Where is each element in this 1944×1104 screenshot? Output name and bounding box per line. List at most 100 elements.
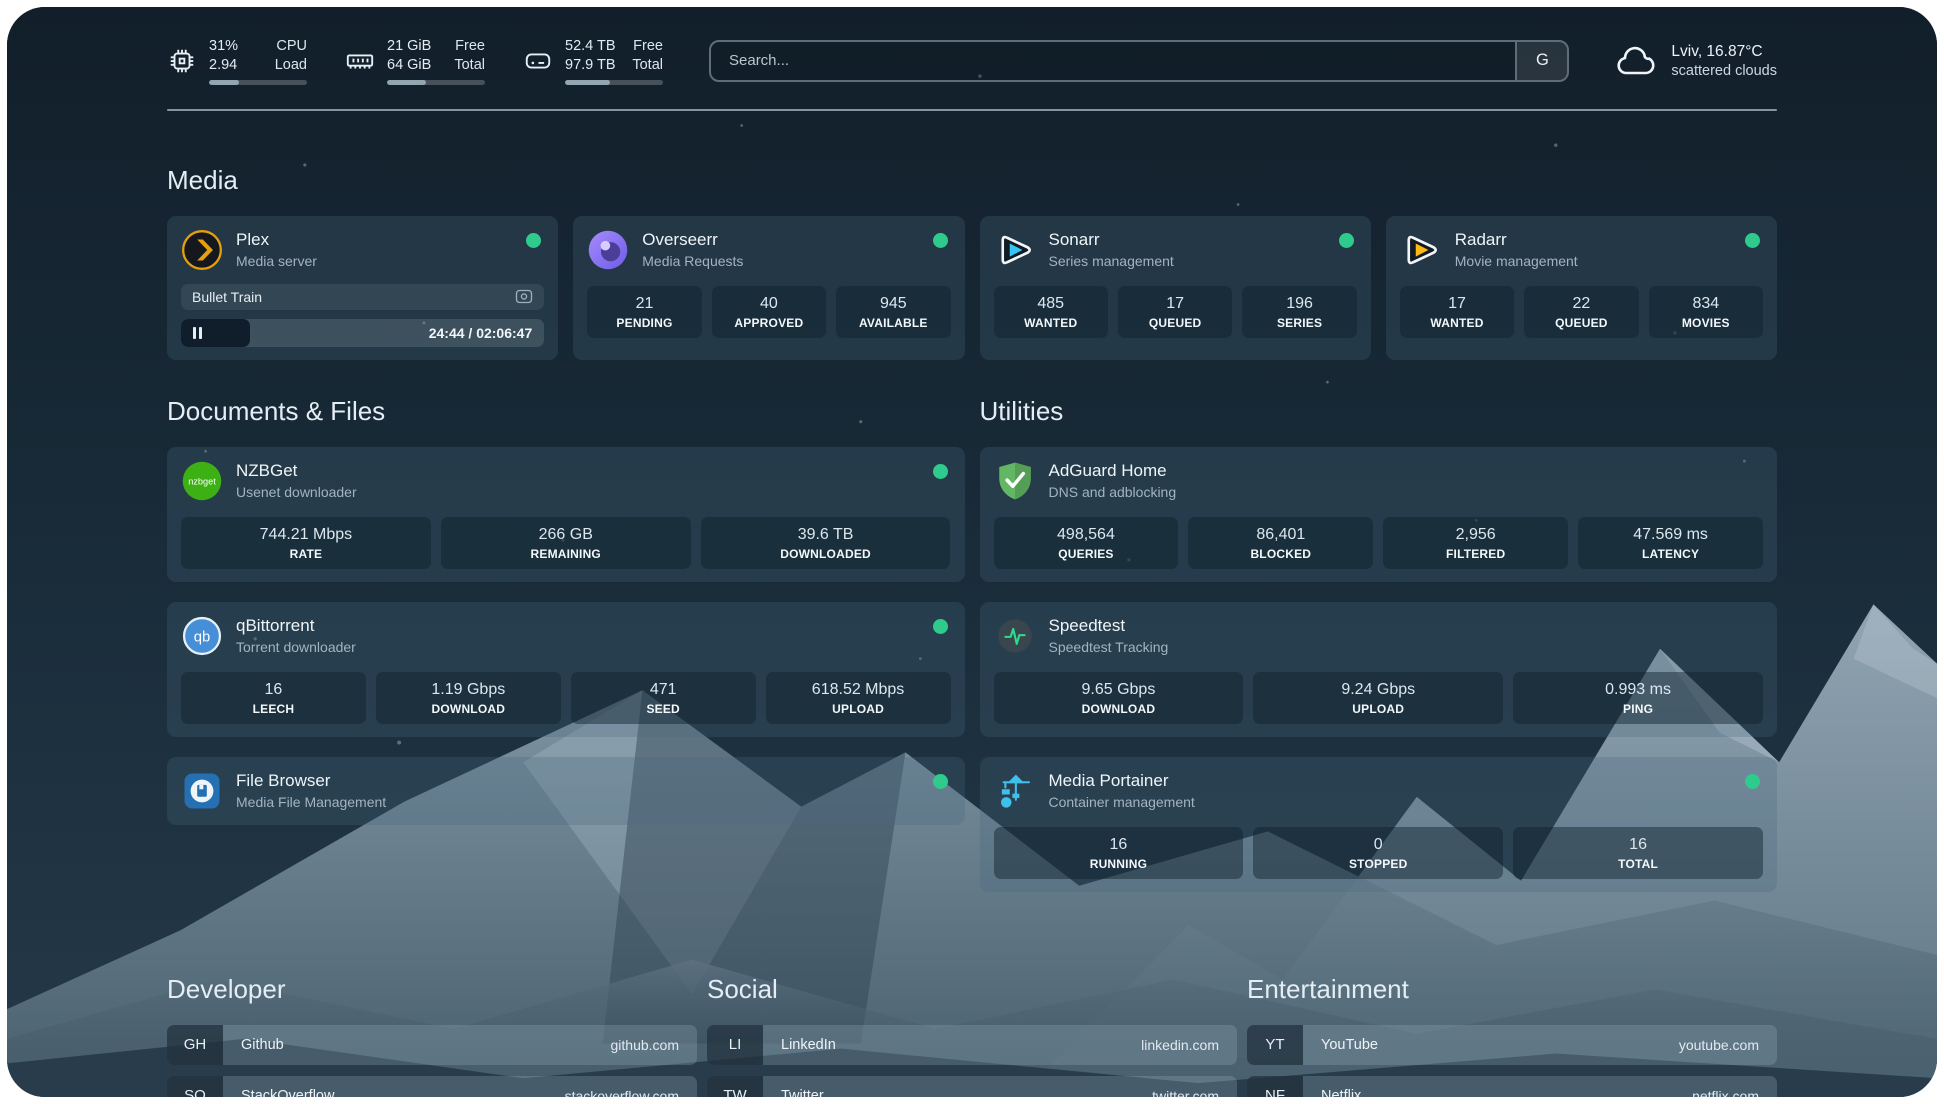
- filebrowser-icon: [181, 770, 223, 812]
- stat-block: 47.569 ms LATENCY: [1578, 517, 1763, 569]
- nzbget-subtitle: Usenet downloader: [236, 484, 357, 500]
- stat-block: 17 WANTED: [1400, 286, 1514, 338]
- overseerr-status-dot: [933, 233, 948, 248]
- playback-time: 24:44 / 02:06:47: [429, 325, 545, 341]
- bookmark-url: youtube.com: [1679, 1025, 1777, 1065]
- portainer-icon: [994, 770, 1036, 812]
- portainer-status-dot: [1745, 774, 1760, 789]
- stat-block: 39.6 TB DOWNLOADED: [701, 517, 951, 569]
- disk-free-label: Free: [632, 37, 663, 56]
- cpu-label: CPU: [275, 37, 307, 56]
- plex-status-dot: [526, 233, 541, 248]
- plex-icon: [181, 229, 223, 271]
- cpu-percent: 31%: [209, 37, 238, 56]
- plex-card[interactable]: Plex Media server Bullet Train 24:44 /: [167, 216, 558, 360]
- overseerr-card[interactable]: Overseerr Media Requests 21 PENDING 40 A…: [573, 216, 964, 360]
- disk-total-label: Total: [632, 56, 663, 75]
- memory-progress-bar: [387, 80, 485, 85]
- plex-name: Plex: [236, 230, 317, 250]
- adguard-subtitle: DNS and adblocking: [1049, 484, 1177, 500]
- stat-block: 196 SERIES: [1242, 286, 1356, 338]
- speedtest-name: Speedtest: [1049, 616, 1169, 636]
- overseerr-icon: [587, 229, 629, 271]
- utilities-section-title: Utilities: [980, 396, 1778, 427]
- weather-widget: Lviv, 16.87°C scattered clouds: [1615, 43, 1777, 79]
- disk-widget: 52.4 TB 97.9 TB Free Total: [523, 37, 663, 85]
- documents-column: Documents & Files nzbget NZBGet Usenet d…: [167, 396, 965, 912]
- portainer-card[interactable]: Media Portainer Container management 16 …: [980, 757, 1778, 892]
- social-column: Social LI LinkedIn linkedin.com TW Twitt…: [707, 974, 1237, 1097]
- bookmark-twitter[interactable]: TW Twitter twitter.com: [707, 1076, 1237, 1097]
- memory-free-value: 21 GiB: [387, 37, 431, 56]
- entertainment-column: Entertainment YT YouTube youtube.com NF …: [1247, 974, 1777, 1097]
- bookmark-abbr: YT: [1247, 1025, 1303, 1065]
- memory-widget: 21 GiB 64 GiB Free Total: [345, 37, 485, 85]
- developer-section-title: Developer: [167, 974, 697, 1005]
- overseerr-subtitle: Media Requests: [642, 253, 743, 269]
- bookmarks: Developer GH Github github.com SO StackO…: [167, 974, 1777, 1097]
- media-section-title: Media: [167, 165, 1777, 196]
- qbittorrent-subtitle: Torrent downloader: [236, 639, 356, 655]
- stat-block: 266 GB REMAINING: [441, 517, 691, 569]
- social-section-title: Social: [707, 974, 1237, 1005]
- portainer-name: Media Portainer: [1049, 771, 1195, 791]
- stat-block: 0 STOPPED: [1253, 827, 1503, 879]
- nzbget-status-dot: [933, 464, 948, 479]
- speedtest-subtitle: Speedtest Tracking: [1049, 639, 1169, 655]
- search-engine-button[interactable]: G: [1515, 42, 1567, 80]
- bookmark-github[interactable]: GH Github github.com: [167, 1025, 697, 1065]
- qbittorrent-icon: qb: [181, 615, 223, 657]
- radarr-icon: [1400, 229, 1442, 271]
- stat-block: 0.993 ms PING: [1513, 672, 1763, 724]
- bookmark-youtube[interactable]: YT YouTube youtube.com: [1247, 1025, 1777, 1065]
- speedtest-card[interactable]: Speedtest Speedtest Tracking 9.65 Gbps D…: [980, 602, 1778, 737]
- sonarr-icon: [994, 229, 1036, 271]
- stat-block: 945 AVAILABLE: [836, 286, 950, 338]
- radarr-name: Radarr: [1455, 230, 1578, 250]
- filebrowser-status-dot: [933, 774, 948, 789]
- disk-progress-bar: [565, 80, 663, 85]
- cloud-icon: [1615, 44, 1657, 78]
- overseerr-name: Overseerr: [642, 230, 743, 250]
- cpu-progress-bar: [209, 80, 307, 85]
- weather-condition: scattered clouds: [1671, 63, 1777, 79]
- developer-column: Developer GH Github github.com SO StackO…: [167, 974, 697, 1097]
- stat-block: 744.21 Mbps RATE: [181, 517, 431, 569]
- stat-block: 1.19 Gbps DOWNLOAD: [376, 672, 561, 724]
- disk-icon: [523, 46, 553, 76]
- bookmark-url: linkedin.com: [1141, 1025, 1237, 1065]
- bookmark-name: YouTube: [1303, 1025, 1378, 1065]
- stat-block: 21 PENDING: [587, 286, 701, 338]
- cpu-widget: 31% 2.94 CPU Load: [167, 37, 307, 85]
- bookmark-netflix[interactable]: NF Netflix netflix.com: [1247, 1076, 1777, 1097]
- nzbget-card[interactable]: nzbget NZBGet Usenet downloader 744.21 M…: [167, 447, 965, 582]
- radarr-card[interactable]: Radarr Movie management 17 WANTED 22 QUE…: [1386, 216, 1777, 360]
- stat-block: 16 LEECH: [181, 672, 366, 724]
- sonarr-status-dot: [1339, 233, 1354, 248]
- search-input[interactable]: [711, 42, 1515, 80]
- sonarr-card[interactable]: Sonarr Series management 485 WANTED 17 Q…: [980, 216, 1371, 360]
- stat-block: 86,401 BLOCKED: [1188, 517, 1373, 569]
- bookmark-linkedin[interactable]: LI LinkedIn linkedin.com: [707, 1025, 1237, 1065]
- bookmark-stackoverflow[interactable]: SO StackOverflow stackoverflow.com: [167, 1076, 697, 1097]
- adguard-card[interactable]: AdGuard Home DNS and adblocking 498,564 …: [980, 447, 1778, 582]
- ram-icon: [345, 46, 375, 76]
- documents-section-title: Documents & Files: [167, 396, 965, 427]
- weather-location-temp: Lviv, 16.87°C: [1671, 43, 1777, 61]
- bookmark-name: Netflix: [1303, 1076, 1361, 1097]
- disk-free-value: 52.4 TB: [565, 37, 616, 56]
- stat-block: 498,564 QUERIES: [994, 517, 1179, 569]
- qbittorrent-card[interactable]: qb qBittorrent Torrent downloader 16 LEE…: [167, 602, 965, 737]
- bookmark-url: netflix.com: [1692, 1076, 1777, 1097]
- search-bar: G: [709, 40, 1569, 82]
- memory-total-value: 64 GiB: [387, 56, 431, 75]
- adguard-icon: [994, 460, 1036, 502]
- filebrowser-name: File Browser: [236, 771, 386, 791]
- svg-text:nzbget: nzbget: [188, 476, 216, 486]
- stat-block: 2,956 FILTERED: [1383, 517, 1568, 569]
- filebrowser-card[interactable]: File Browser Media File Management: [167, 757, 965, 825]
- bookmark-abbr: GH: [167, 1025, 223, 1065]
- nzbget-name: NZBGet: [236, 461, 357, 481]
- portainer-subtitle: Container management: [1049, 794, 1195, 810]
- bookmark-abbr: TW: [707, 1076, 763, 1097]
